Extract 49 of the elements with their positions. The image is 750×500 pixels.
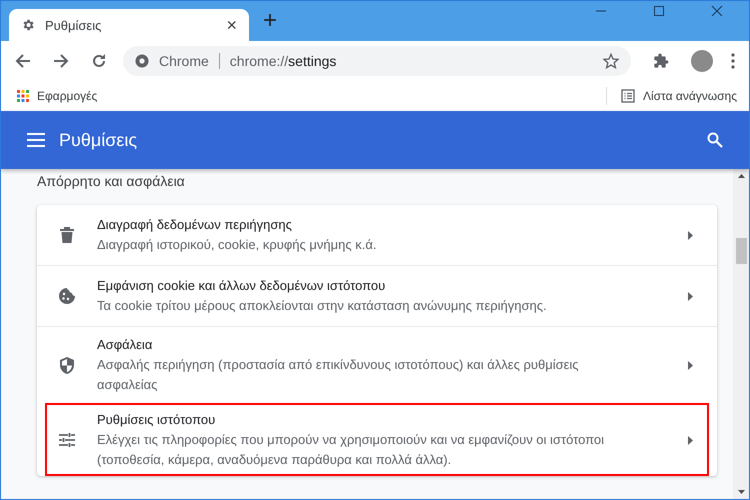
search-icon[interactable] <box>707 132 723 148</box>
section-title: Απόρρητο και ασφάλεια <box>37 172 186 191</box>
row-description: Ελέγχει τις πληροφορίες που μπορούν να χρησιμοποιούν και να εμφανίζουν οι ιστότοποι (τοποθεσία, κάμερα, αναδυόμενα παράθυρα και πολλά άλλα). <box>97 431 606 469</box>
scroll-down-icon[interactable] <box>738 490 744 495</box>
apps-icon[interactable] <box>17 90 29 102</box>
row-description: Τα cookie τρίτου μέρους αποκλείονται στην κατάσταση ανώνυμης περιήγησης. <box>97 297 548 315</box>
page-title: Ρυθμίσεις <box>59 130 138 150</box>
settings-row[interactable]: Ρυθμίσεις ιστότοπου Ελέγχει τις πληροφορίες που μπορούν να χρησιμοποιούν και να εμφανίζουν οι ιστότοποι (τοποθεσία, κάμερα, αναδυόμενα παράθυρα και πολλά άλλα). <box>45 403 709 476</box>
arrow-icon <box>688 360 693 370</box>
scrollbar-thumb[interactable] <box>736 238 746 264</box>
reading-list-link[interactable]: Λίστα ανάγνωσης <box>642 89 737 103</box>
sliders-icon <box>59 433 75 447</box>
row-description: Ασφαλής περιήγηση (προστασία από επικίνδυνους ιστοτόπους) και άλλες ρυθμίσεις ασφαλείας <box>97 356 580 394</box>
scroll-up-icon[interactable] <box>738 173 744 178</box>
reading-list-icon[interactable] <box>620 89 635 103</box>
close-icon[interactable] <box>711 5 723 17</box>
settings-row[interactable]: Διαγραφή δεδομένων περιήγησης Διαγραφή ιστορικού, cookie, κρυφής μνήμης κ.ά. <box>37 205 717 265</box>
shield-icon <box>60 356 74 374</box>
site-label: Chrome <box>159 53 209 69</box>
row-title: Ρυθμίσεις ιστότοπου <box>97 411 216 429</box>
row-title: Ασφάλεια <box>97 336 154 354</box>
scrollbar[interactable] <box>733 169 749 499</box>
trash-icon <box>60 227 74 243</box>
maximize-icon[interactable] <box>653 5 665 17</box>
forward-icon[interactable] <box>53 53 69 69</box>
row-description: Διαγραφή ιστορικού, cookie, κρυφής μνήμης κ.ά. <box>97 236 378 254</box>
url-text: chrome://settings <box>230 53 336 69</box>
address-bar[interactable]: Chrome chrome://settings <box>123 46 631 76</box>
settings-icon <box>21 18 35 32</box>
close-tab-button[interactable]: × <box>226 14 237 36</box>
avatar[interactable] <box>691 50 713 72</box>
arrow-icon <box>688 230 693 240</box>
arrow-icon <box>688 436 693 444</box>
tab-title: Ρυθμίσεις <box>45 18 102 32</box>
reload-icon[interactable] <box>91 53 107 69</box>
apps-link[interactable]: Εφαρμογές <box>37 89 98 103</box>
back-icon[interactable] <box>15 53 31 69</box>
browser-tab[interactable]: Ρυθμίσεις × <box>9 9 249 41</box>
row-title: Διαγραφή δεδομένων περιήγησης <box>97 216 293 234</box>
arrow-icon <box>688 292 693 300</box>
settings-row[interactable]: Ασφάλεια Ασφαλής περιήγηση (προστασία από επικίνδυνους ιστοτόπους) και άλλες ρυθμίσεις ασφαλείας <box>37 326 717 403</box>
new-tab-button[interactable]: + <box>263 7 278 35</box>
row-title: Εμφάνιση cookie και άλλων δεδομένων ιστότοπου <box>97 277 386 295</box>
cookie-icon <box>59 288 75 304</box>
puzzle-icon[interactable] <box>653 53 669 69</box>
menu-icon[interactable] <box>27 133 45 147</box>
settings-row[interactable]: Εμφάνιση cookie και άλλων δεδομένων ιστότοπου Τα cookie τρίτου μέρους αποκλείονται στην κατάσταση ανώνυμης περιήγησης. <box>37 265 717 326</box>
menu-icon[interactable] <box>731 53 735 69</box>
star-icon[interactable] <box>603 53 619 69</box>
